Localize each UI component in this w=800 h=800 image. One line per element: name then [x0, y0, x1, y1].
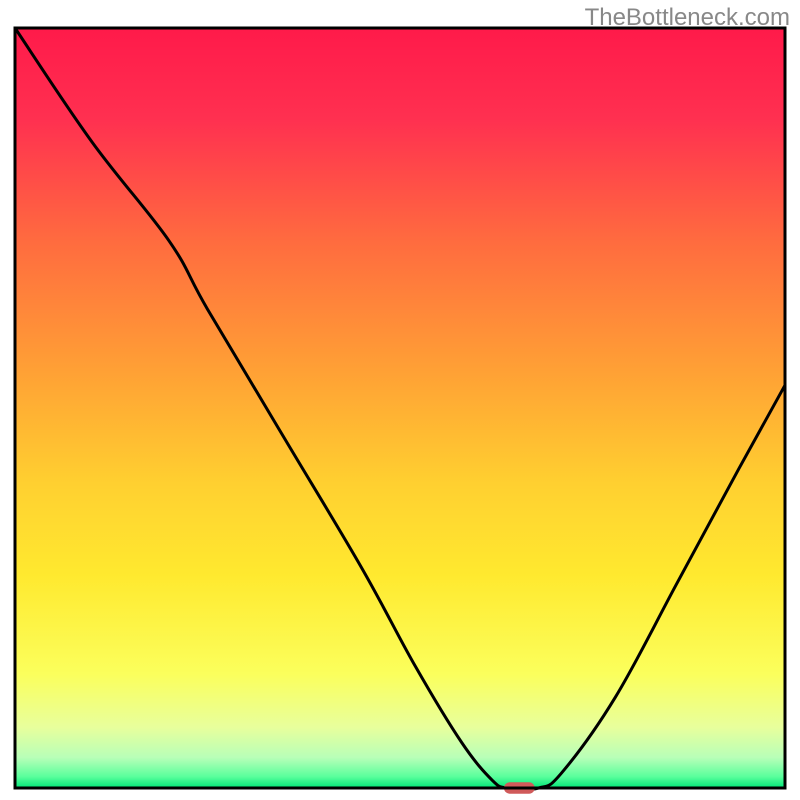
watermark-text: TheBottleneck.com: [585, 4, 790, 32]
bottleneck-chart: TheBottleneck.com: [0, 0, 800, 800]
plot-background: [15, 28, 785, 788]
chart-svg: [0, 0, 800, 800]
